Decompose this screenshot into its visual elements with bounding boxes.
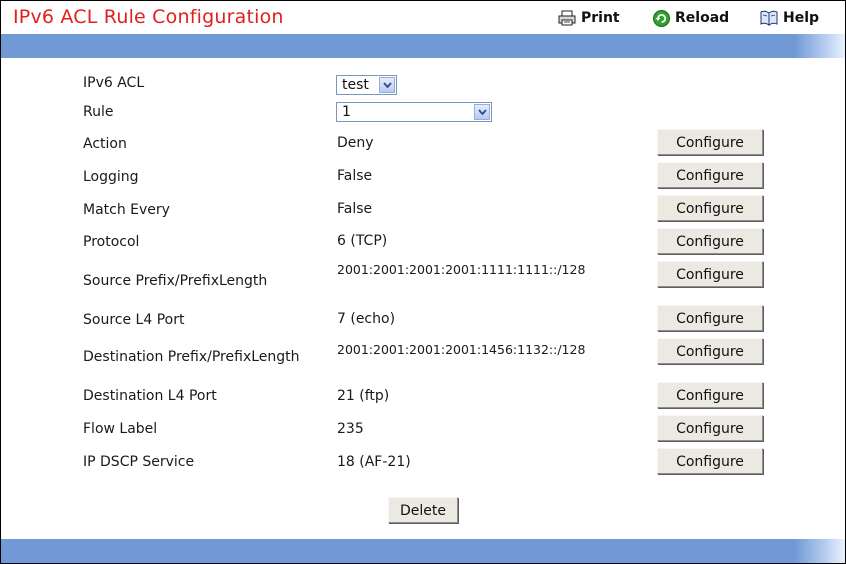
ip-dscp-service-label: IP DSCP Service [83, 454, 195, 470]
help-label: Help [783, 10, 820, 26]
book-icon [760, 10, 778, 26]
logging-value: False [337, 168, 373, 184]
rule-selected-value: 1 [342, 104, 351, 120]
source-prefix-value: 2001:2001:2001:2001:1111:1111::/128 [337, 262, 586, 277]
printer-icon [558, 10, 576, 26]
match-every-value: False [337, 201, 373, 217]
destination-prefix-value: 2001:2001:2001:2001:1456:1132::/128 [337, 342, 586, 357]
chevron-down-icon[interactable] [474, 104, 490, 120]
flow-label-value: 235 [337, 421, 364, 437]
destination-l4-port-label: Destination L4 Port [83, 388, 217, 404]
reload-icon [653, 9, 670, 27]
help-button[interactable]: Help [760, 9, 819, 27]
rule-select[interactable]: 1 [336, 102, 492, 122]
protocol-value: 6 (TCP) [337, 233, 388, 249]
ipv6-acl-selected-value: test [342, 77, 369, 93]
print-button[interactable]: Print [558, 9, 620, 27]
source-l4-port-value: 7 (echo) [337, 311, 396, 327]
destination-l4-port-value: 21 (ftp) [337, 388, 390, 404]
configure-logging-button[interactable]: Configure [657, 162, 763, 188]
configure-flow-label-button[interactable]: Configure [657, 415, 763, 441]
ip-dscp-service-value: 18 (AF-21) [337, 454, 411, 470]
footer-band [1, 539, 845, 563]
configure-destination-l4-port-button[interactable]: Configure [657, 382, 763, 408]
source-l4-port-label: Source L4 Port [83, 312, 185, 328]
chevron-down-icon[interactable] [379, 77, 395, 93]
destination-prefix-label: Destination Prefix/PrefixLength [83, 349, 300, 365]
protocol-label: Protocol [83, 234, 140, 250]
delete-button[interactable]: Delete [388, 497, 458, 523]
rule-label: Rule [83, 104, 114, 120]
ipv6-acl-select[interactable]: test [336, 75, 397, 95]
configure-match-every-button[interactable]: Configure [657, 195, 763, 221]
flow-label-label: Flow Label [83, 421, 158, 437]
configure-destination-prefix-button[interactable]: Configure [657, 338, 763, 364]
configure-action-button[interactable]: Configure [657, 129, 763, 155]
action-label: Action [83, 136, 127, 152]
configure-source-l4-port-button[interactable]: Configure [657, 305, 763, 331]
configure-ip-dscp-service-button[interactable]: Configure [657, 448, 763, 474]
page-header: IPv6 ACL Rule Configuration Print Reload [0, 0, 846, 34]
configure-protocol-button[interactable]: Configure [657, 228, 763, 254]
print-label: Print [581, 10, 620, 26]
page-title: IPv6 ACL Rule Configuration [13, 6, 284, 28]
header-band [1, 34, 845, 58]
source-prefix-label: Source Prefix/PrefixLength [83, 273, 268, 289]
logging-label: Logging [83, 169, 139, 185]
match-every-label: Match Every [83, 202, 170, 218]
configure-source-prefix-button[interactable]: Configure [657, 261, 763, 287]
reload-label: Reload [675, 10, 730, 26]
action-value: Deny [337, 135, 374, 151]
reload-button[interactable]: Reload [653, 9, 729, 27]
ipv6-acl-label: IPv6 ACL [83, 75, 145, 91]
